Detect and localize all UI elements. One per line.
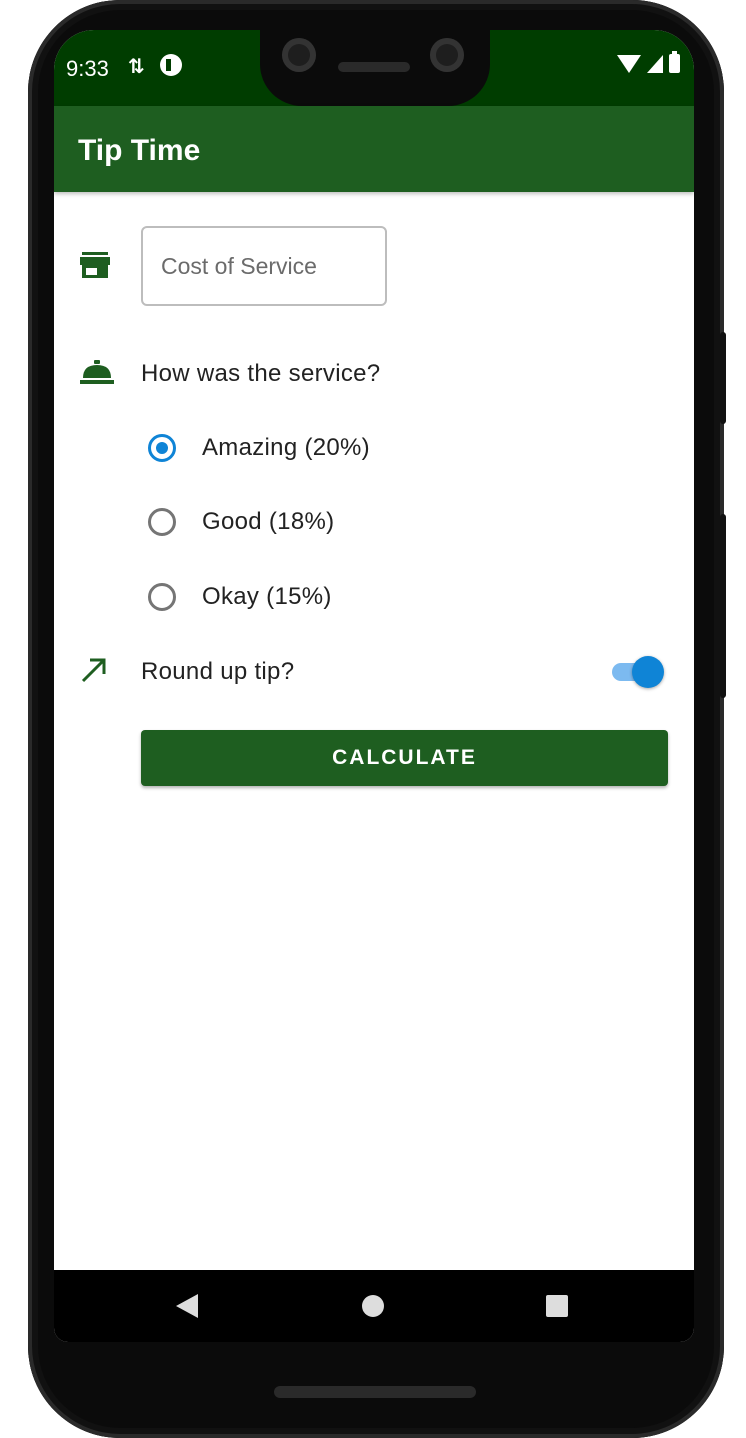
tip-option-label: Amazing (20%) — [202, 434, 370, 461]
app-title: Tip Time — [78, 134, 201, 167]
camera-notch — [260, 30, 490, 106]
tip-option-label: Good (18%) — [202, 508, 335, 535]
calculate-button[interactable]: CALCULATE — [141, 730, 668, 786]
recents-icon[interactable] — [546, 1295, 568, 1317]
volume-button — [720, 332, 726, 424]
cell-signal-icon — [647, 54, 663, 73]
back-icon[interactable] — [176, 1294, 198, 1318]
radio-button[interactable] — [148, 583, 176, 611]
app-bar: Tip Time — [54, 106, 694, 192]
status-time: 9:33 — [66, 56, 109, 81]
front-camera — [282, 38, 316, 72]
tip-option-okay[interactable]: Okay (15%) — [148, 579, 332, 615]
bottom-speaker-grille — [274, 1386, 476, 1398]
status-indicators — [617, 51, 680, 73]
switch-thumb[interactable] — [632, 656, 664, 688]
trending-up-icon — [81, 658, 106, 683]
radio-button[interactable] — [148, 508, 176, 536]
service-question: How was the service? — [141, 360, 381, 387]
home-icon[interactable] — [362, 1295, 384, 1317]
earpiece-speaker — [338, 62, 410, 72]
data-sync-icon: ⇅ — [128, 56, 145, 78]
wifi-icon — [617, 54, 641, 73]
round-up-switch[interactable] — [610, 656, 664, 688]
battery-icon — [669, 51, 680, 73]
screen: 9:33 ⇅ Tip Time How was the service? Ama… — [54, 30, 694, 1342]
tip-option-label: Okay (15%) — [202, 583, 332, 610]
navigation-bar — [54, 1270, 694, 1342]
tip-option-good[interactable]: Good (18%) — [148, 504, 334, 540]
round-up-label: Round up tip? — [141, 658, 295, 685]
app-notification-icon — [160, 54, 182, 76]
power-button — [720, 514, 726, 698]
tip-option-amazing[interactable]: Amazing (20%) — [148, 430, 370, 466]
radio-button-checked[interactable] — [148, 434, 176, 462]
front-sensor — [430, 38, 464, 72]
store-icon — [80, 252, 110, 278]
cost-of-service-input[interactable] — [141, 226, 387, 306]
room-service-icon — [80, 360, 114, 384]
